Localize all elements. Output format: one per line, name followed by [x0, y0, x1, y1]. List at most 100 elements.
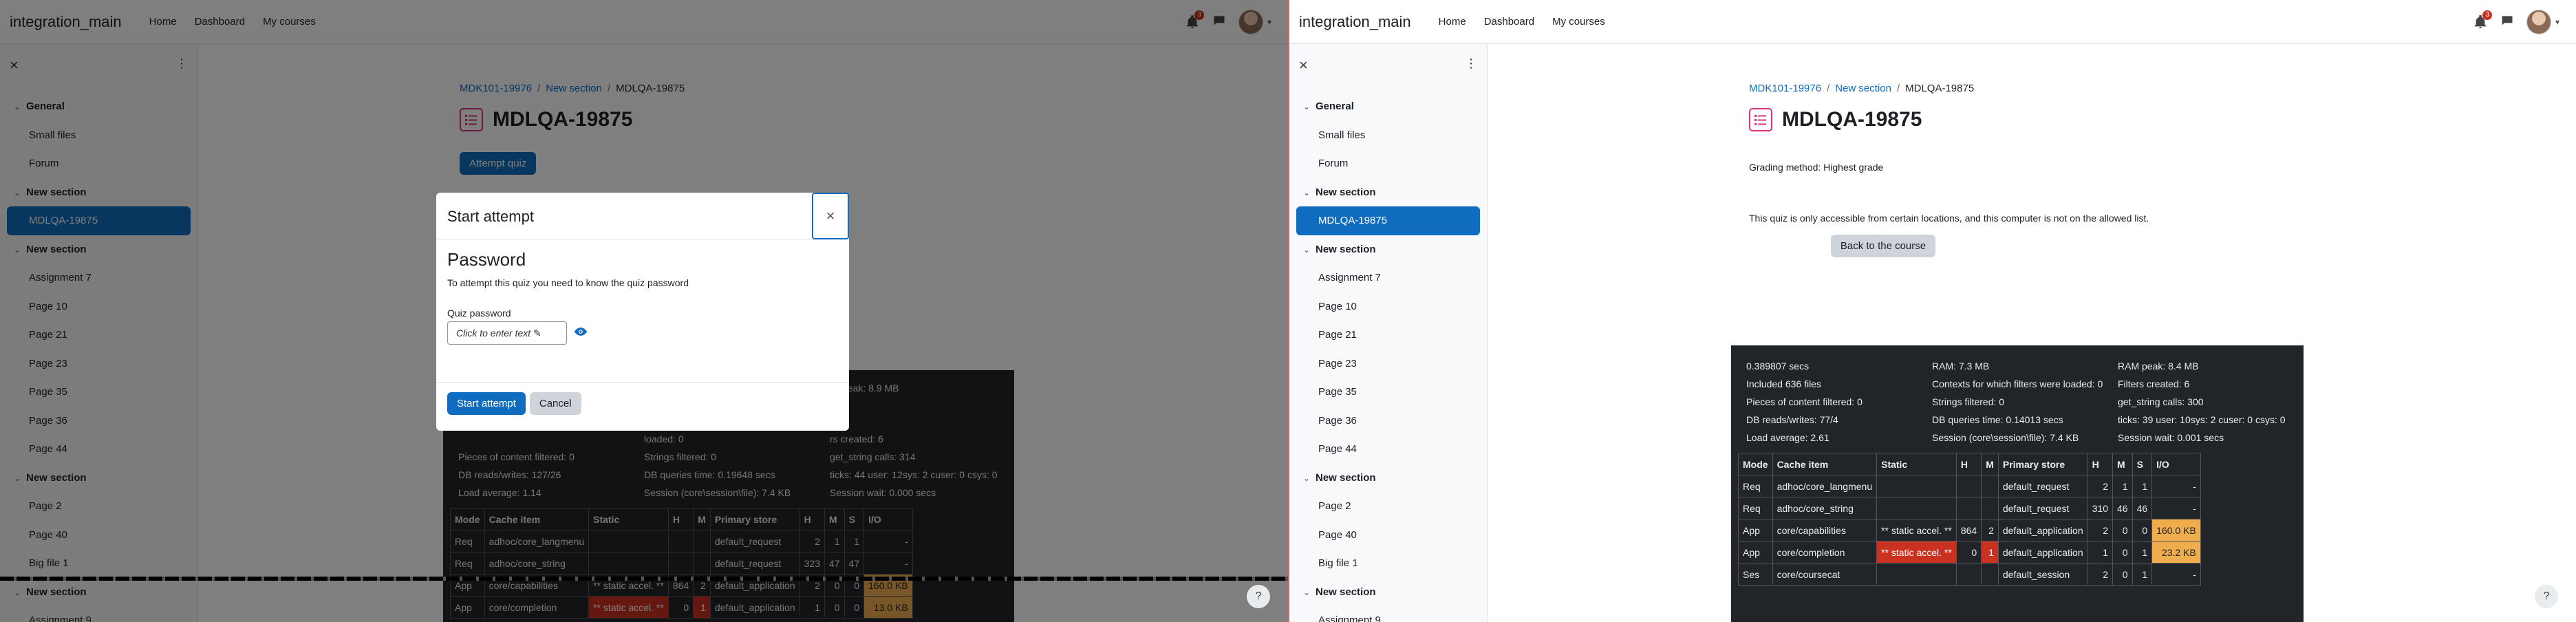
cache-column-header: H: [1955, 453, 1982, 475]
chevron-down-icon[interactable]: ⌄: [1303, 236, 1316, 265]
course-index-item[interactable]: Assignment 9: [1289, 606, 1487, 622]
table-cell: 2: [2087, 519, 2113, 541]
messages-icon[interactable]: [2500, 14, 2514, 30]
cache-table: ModeCache itemStaticHMPrimary storeHMSI/…: [1738, 453, 2201, 586]
cancel-button[interactable]: Cancel: [529, 392, 581, 415]
avatar[interactable]: [2526, 10, 2551, 34]
course-index-item[interactable]: Big file 1: [1289, 549, 1487, 578]
table-cell: default_request: [1997, 497, 2088, 519]
page-content: MDK101-19976/New section/MDLQA-19875 MDL…: [1749, 83, 2575, 257]
table-cell: Req: [1738, 475, 1773, 497]
notification-bell-icon[interactable]: 3: [2473, 10, 2492, 30]
help-button[interactable]: ?: [1247, 585, 1270, 608]
course-section[interactable]: ⌄New section: [1289, 464, 1487, 493]
help-button[interactable]: ?: [2535, 585, 2558, 608]
table-cell: [1876, 563, 1957, 586]
quiz-password-input[interactable]: Click to enter text ✎: [447, 321, 567, 345]
dialog-header: Start attempt ×: [436, 193, 849, 239]
table-cell: 0: [2112, 563, 2133, 586]
course-index-item[interactable]: Page 35: [1289, 378, 1487, 407]
start-attempt-button[interactable]: Start attempt: [447, 392, 526, 415]
perf-stats: 0.389807 secs RAM: 7.3 MB RAM peak: 8.4 MB…: [1731, 345, 2304, 444]
chevron-down-icon[interactable]: ⌄: [1303, 464, 1316, 493]
course-section[interactable]: ⌄General: [1289, 92, 1487, 121]
table-row: Appcore/capabilities** static accel. **8…: [1738, 519, 2201, 541]
dialog-close-button[interactable]: ×: [812, 193, 849, 239]
perf-stat: ticks: 39 user: 10sys: 2 cuser: 0 csys: …: [2118, 414, 2286, 425]
table-cell: [1876, 475, 1957, 497]
table-cell: core/coursecat: [1772, 563, 1878, 586]
course-section-label: New section: [1316, 243, 1376, 255]
breadcrumb-course[interactable]: MDK101-19976: [1749, 83, 1821, 94]
course-index-item[interactable]: Assignment 7: [1289, 264, 1487, 292]
table-cell: [1981, 475, 1999, 497]
render-glitch-strip: [0, 577, 1288, 581]
course-index-item[interactable]: Small files: [1289, 121, 1487, 150]
main-region: MDK101-19976/New section/MDLQA-19875 MDL…: [1488, 44, 2576, 622]
table-cell: [1981, 497, 1999, 519]
course-section[interactable]: ⌄New section: [1289, 578, 1487, 607]
perf-stat: Load average: 2.61: [1746, 432, 1829, 443]
perf-stat: Included 636 files: [1746, 378, 1821, 389]
breadcrumb-current: MDLQA-19875: [1905, 83, 1975, 94]
reveal-password-icon[interactable]: [574, 325, 588, 341]
close-icon[interactable]: ×: [1299, 56, 1308, 74]
perf-stat: DB reads/writes: 77/4: [1746, 414, 1838, 425]
perf-stat: Strings filtered: 0: [1932, 396, 2005, 407]
course-index-item[interactable]: Page 44: [1289, 435, 1487, 464]
course-section[interactable]: ⌄New section: [1289, 235, 1487, 264]
course-index-item[interactable]: Page 36: [1289, 407, 1487, 436]
course-index-item[interactable]: Page 21: [1289, 321, 1487, 350]
course-index-item[interactable]: Forum: [1289, 149, 1487, 178]
left-pane: integration_main Home Dashboard My cours…: [0, 0, 1288, 622]
site-brand[interactable]: integration_main: [1299, 13, 1411, 31]
table-cell: 46: [2112, 497, 2133, 519]
course-index-item[interactable]: Page 23: [1289, 350, 1487, 378]
table-cell: core/completion: [1772, 541, 1878, 564]
table-cell: 0: [2112, 519, 2133, 541]
course-index-item[interactable]: Page 40: [1289, 521, 1487, 550]
table-cell: [1955, 497, 1982, 519]
perf-stat: DB queries time: 0.14013 secs: [1932, 414, 2063, 425]
breadcrumb-section[interactable]: New section: [1835, 83, 1891, 94]
course-section[interactable]: ⌄New section: [1289, 178, 1487, 207]
page-title: MDLQA-19875: [1782, 108, 1922, 131]
title-row: MDLQA-19875: [1749, 108, 2575, 131]
chevron-down-icon[interactable]: ▾: [2555, 17, 2559, 27]
chevron-down-icon[interactable]: ⌄: [1303, 179, 1316, 208]
table-cell: 2: [2087, 563, 2113, 586]
kebab-menu-icon[interactable]: ⋮: [1465, 56, 1477, 71]
table-cell: 0: [1955, 541, 1982, 564]
table-cell: 23.2 KB: [2151, 541, 2201, 564]
table-cell: default_application: [1997, 541, 2088, 564]
table-cell: 310: [2087, 497, 2113, 519]
perf-stat: Pieces of content filtered: 0: [1746, 396, 1863, 407]
table-row: Req adhoc/core_string default_request 310 46…: [1738, 497, 2201, 519]
nav-home[interactable]: Home: [1439, 16, 1466, 28]
table-cell: 160.0 KB: [2151, 519, 2201, 541]
cache-column-header: Static: [1876, 453, 1957, 475]
dialog-body: Password To attempt this quiz you need t…: [436, 239, 849, 383]
perf-stat: Filters created: 6: [2118, 378, 2190, 389]
course-index-item[interactable]: Page 2: [1289, 492, 1487, 521]
table-cell: adhoc/core_langmenu: [1772, 475, 1878, 497]
perf-stat: 0.389807 secs: [1746, 361, 1810, 372]
course-index-item[interactable]: MDLQA-19875: [1296, 206, 1480, 235]
nav-my-courses[interactable]: My courses: [1552, 16, 1605, 28]
nav-dashboard[interactable]: Dashboard: [1484, 16, 1534, 28]
table-cell: default_session: [1997, 563, 2088, 586]
course-index-item[interactable]: Page 10: [1289, 292, 1487, 321]
chevron-down-icon[interactable]: ⌄: [1303, 579, 1316, 608]
chevron-down-icon[interactable]: ⌄: [1303, 93, 1316, 122]
table-cell: ** static accel. **: [1876, 519, 1957, 541]
cache-column-header: M: [2112, 453, 2133, 475]
table-row: Ses core/coursecat default_session 2 0 1-: [1738, 563, 2201, 586]
perf-stat: RAM peak: 8.4 MB: [2118, 361, 2199, 372]
start-attempt-dialog: Start attempt × Password To attempt this…: [436, 193, 849, 431]
back-to-course-button[interactable]: Back to the course: [1830, 235, 1936, 257]
table-cell: ** static accel. **: [1876, 541, 1957, 564]
performance-footer: 0.389807 secs RAM: 7.3 MB RAM peak: 8.4 MB…: [1731, 345, 2304, 622]
course-section-label: New section: [1316, 186, 1376, 198]
table-cell: 1: [2087, 541, 2113, 564]
table-cell: -: [2151, 497, 2201, 519]
